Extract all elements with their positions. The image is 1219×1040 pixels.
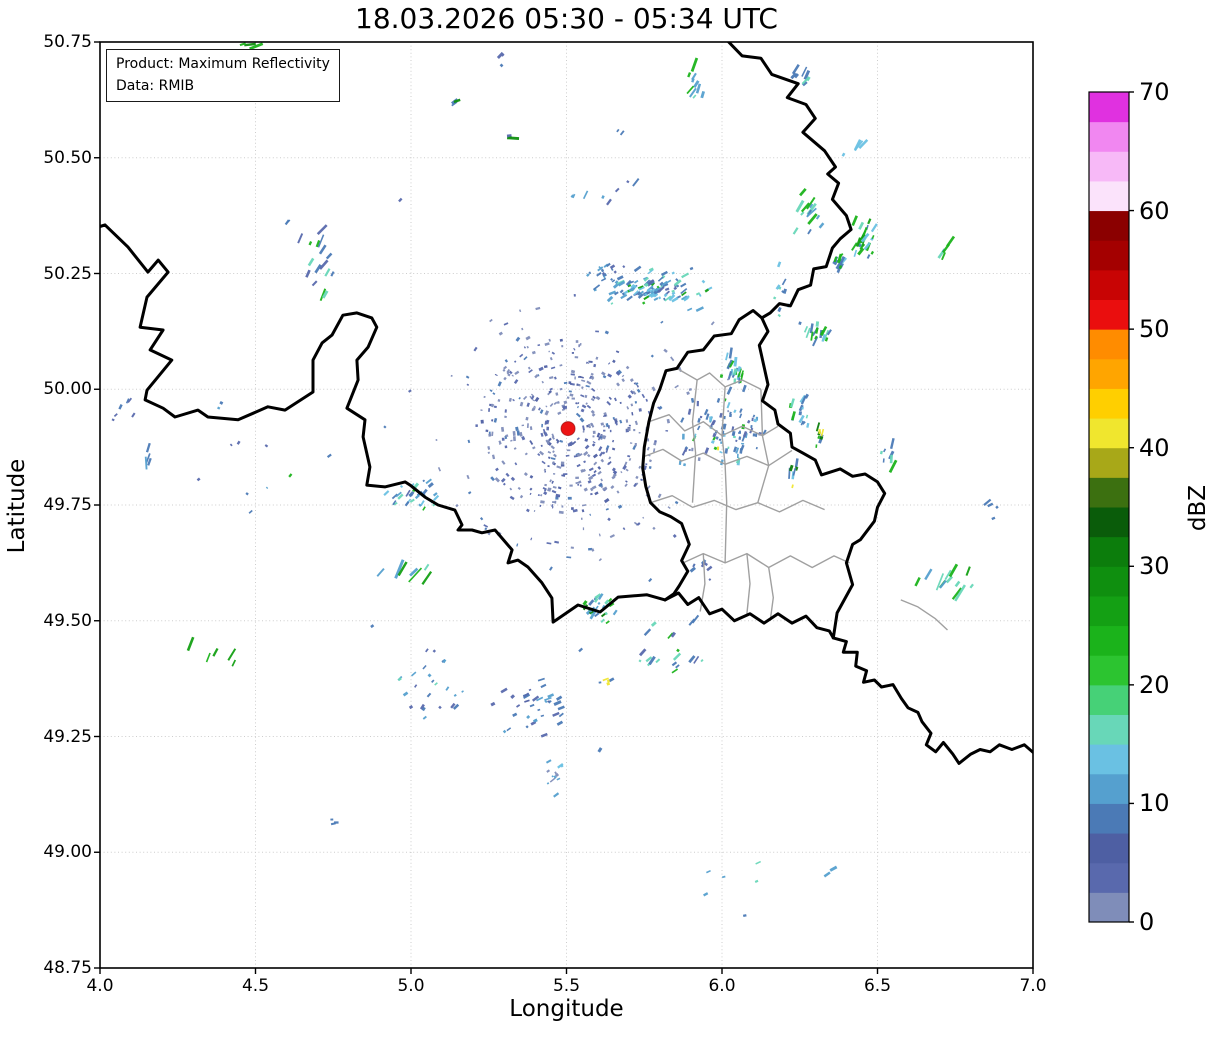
axes-frame [94,42,1033,974]
y-tick-label: 50.50 [26,148,92,168]
x-tick-label: 7.0 [993,976,1073,996]
colorbar-tick-label: 10 [1139,789,1199,817]
x-tick-label: 4.5 [216,976,296,996]
colorbar [1089,92,1134,923]
x-tick-label: 4.0 [60,976,140,996]
radar-map-canvas [0,0,1219,1040]
y-tick-label: 49.50 [26,611,92,631]
plot-title: 18.03.2026 05:30 - 05:34 UTC [100,2,1033,36]
x-axis-label: Longitude [100,996,1033,1022]
data-source-line: Data: RMIB [116,75,330,97]
colorbar-tick-label: 30 [1139,552,1199,580]
district-borders [644,368,947,630]
x-tick-label: 5.0 [371,976,451,996]
y-tick-label: 49.00 [26,842,92,862]
radar-reflectivity-figure: 18.03.2026 05:30 - 05:34 UTC Product: Ma… [0,0,1219,1040]
y-tick-label: 50.75 [26,32,92,52]
radar-echoes [113,43,998,916]
y-tick-label: 48.75 [26,958,92,978]
product-info-line: Product: Maximum Reflectivity [116,53,330,75]
x-tick-label: 5.5 [527,976,607,996]
product-info-box: Product: Maximum Reflectivity Data: RMIB [106,49,340,102]
colorbar-tick-label: 0 [1139,908,1199,936]
colorbar-tick-label: 60 [1139,197,1199,225]
y-tick-label: 50.00 [26,379,92,399]
gridlines [100,42,1033,968]
colorbar-tick-label: 50 [1139,315,1199,343]
colorbar-tick-label: 40 [1139,434,1199,462]
y-tick-label: 49.75 [26,495,92,515]
colorbar-label: dBZ [1185,458,1215,558]
y-tick-label: 50.25 [26,264,92,284]
x-tick-label: 6.5 [838,976,918,996]
y-tick-label: 49.25 [26,727,92,747]
colorbar-tick-label: 70 [1139,78,1199,106]
x-tick-label: 6.0 [682,976,762,996]
radar-site-marker [561,422,575,436]
colorbar-tick-label: 20 [1139,671,1199,699]
